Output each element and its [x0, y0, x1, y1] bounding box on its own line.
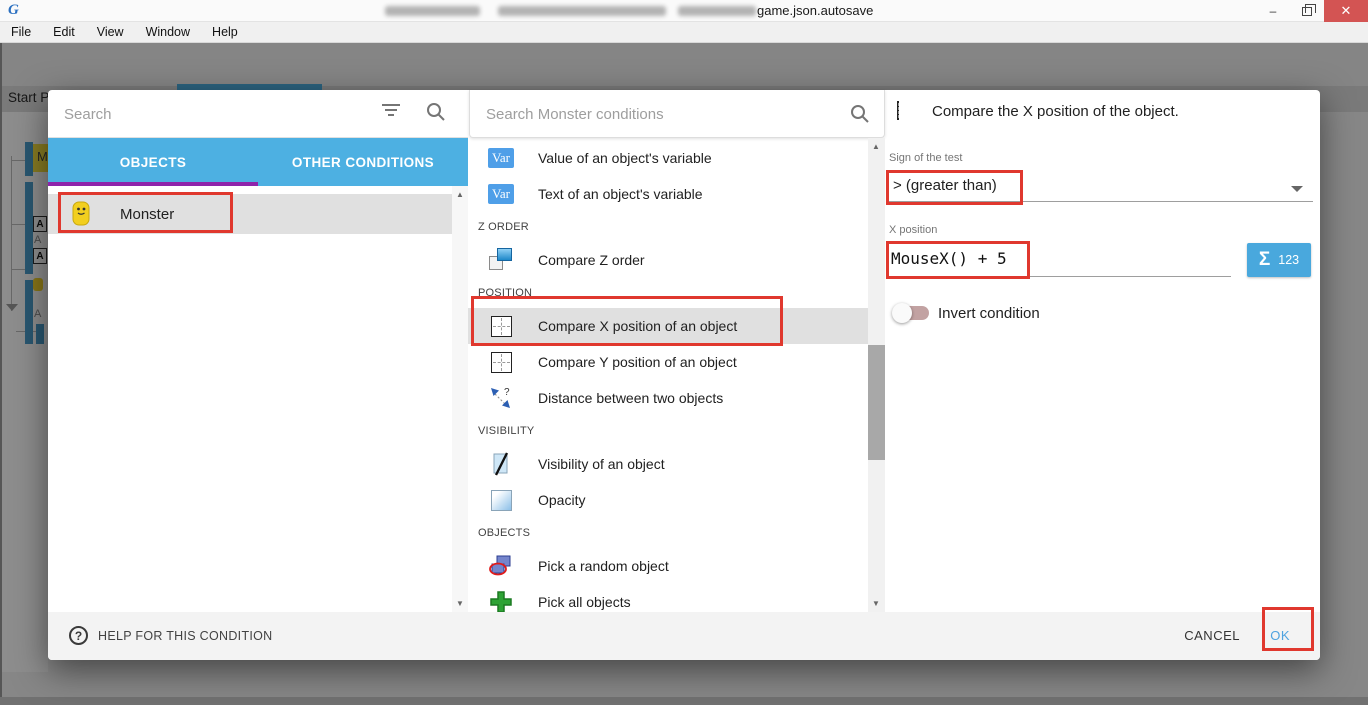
condition-row[interactable]: Compare Y position of an object — [468, 344, 868, 380]
redacted-title-segment — [498, 6, 666, 16]
field-underline — [887, 276, 1231, 277]
condition-row[interactable]: Pick all objects — [468, 584, 868, 612]
sign-of-test-select[interactable]: > (greater than) — [893, 177, 997, 194]
section-header: OBJECTS — [478, 518, 530, 548]
scrollbar-thumb[interactable] — [868, 345, 885, 460]
compare-x-icon — [491, 316, 512, 337]
condition-row[interactable]: Var Text of an object's variable — [468, 176, 868, 212]
object-list-item-monster[interactable]: Monster — [48, 194, 452, 234]
condition-row[interactable]: Visibility of an object — [468, 446, 868, 482]
condition-list: Var Value of an object's variable Var Te… — [468, 138, 885, 612]
search-icon[interactable] — [850, 104, 870, 124]
visibility-icon — [491, 452, 511, 476]
condition-row[interactable]: Opacity — [468, 482, 868, 518]
condition-row-selected[interactable]: Compare X position of an object — [468, 308, 868, 344]
condition-search-bar — [469, 90, 885, 138]
object-label: Monster — [120, 206, 174, 223]
toggle-knob[interactable] — [892, 303, 912, 323]
close-button[interactable]: ✕ — [1324, 0, 1368, 22]
condition-row[interactable]: Var Value of an object's variable — [468, 140, 868, 176]
search-icon[interactable] — [426, 102, 446, 122]
opacity-icon — [491, 490, 512, 511]
menu-edit[interactable]: Edit — [42, 22, 86, 42]
cancel-button[interactable]: CANCEL — [1184, 628, 1240, 643]
restore-button[interactable] — [1292, 0, 1322, 22]
condition-title: Compare the X position of the object. — [932, 103, 1179, 120]
condition-list-scrollbar[interactable]: ▲ ▼ — [868, 138, 885, 612]
section-header: POSITION — [478, 278, 532, 308]
section-header: Z ORDER — [478, 212, 529, 242]
condition-row[interactable]: Pick a random object — [468, 548, 868, 584]
minimize-icon: – — [1270, 4, 1277, 18]
condition-search-input[interactable] — [486, 102, 816, 126]
object-tabs: OBJECTS OTHER CONDITIONS — [48, 138, 468, 186]
svg-text:?: ? — [504, 387, 510, 398]
sigma-icon: Σ — [1259, 249, 1270, 271]
filter-icon[interactable] — [382, 104, 400, 119]
condition-row[interactable]: Compare Z order — [468, 242, 868, 278]
tab-objects[interactable]: OBJECTS — [48, 138, 258, 186]
invert-condition-toggle[interactable] — [895, 306, 929, 320]
pick-random-icon — [489, 554, 513, 578]
distance-icon: ? — [489, 386, 513, 410]
variable-icon: Var — [488, 184, 514, 204]
compare-y-icon — [491, 352, 512, 373]
title-bar: G game.json.autosave – ✕ — [0, 0, 1368, 22]
minimize-button[interactable]: – — [1258, 0, 1288, 22]
variable-icon: Var — [488, 148, 514, 168]
window-title: game.json.autosave — [757, 3, 873, 18]
object-search-input[interactable] — [64, 102, 364, 126]
gdevelop-logo-icon: G — [8, 2, 26, 20]
dialog-footer: ? HELP FOR THIS CONDITION CANCEL OK — [48, 612, 1320, 660]
scroll-up-icon[interactable]: ▲ — [868, 142, 884, 151]
condition-row[interactable]: ? Distance between two objects — [468, 380, 868, 416]
object-search-bar — [48, 90, 468, 138]
x-position-label: X position — [889, 224, 937, 236]
chevron-down-icon[interactable] — [1291, 186, 1303, 192]
section-header: VISIBILITY — [478, 416, 534, 446]
condition-editor-dialog: OBJECTS OTHER CONDITIONS Monster ▲ ▼ Var… — [48, 90, 1320, 660]
x-position-input[interactable] — [891, 246, 1221, 270]
scroll-down-icon[interactable]: ▼ — [868, 599, 884, 608]
menu-view[interactable]: View — [86, 22, 135, 42]
numbers-icon: 123 — [1278, 253, 1299, 267]
compare-x-icon — [897, 101, 899, 120]
invert-condition-label: Invert condition — [938, 305, 1040, 322]
scroll-down-icon[interactable]: ▼ — [452, 599, 468, 608]
tab-other-conditions[interactable]: OTHER CONDITIONS — [258, 138, 468, 186]
z-order-icon — [489, 248, 513, 272]
help-icon: ? — [69, 626, 88, 645]
menu-window[interactable]: Window — [135, 22, 201, 42]
help-link[interactable]: HELP FOR THIS CONDITION — [98, 629, 273, 643]
expression-builder-button[interactable]: Σ 123 — [1247, 243, 1311, 277]
ok-button[interactable]: OK — [1270, 628, 1290, 643]
pick-all-icon — [489, 590, 513, 612]
monster-icon — [70, 201, 92, 227]
scroll-up-icon[interactable]: ▲ — [452, 190, 468, 199]
sign-of-test-label: Sign of the test — [889, 152, 962, 164]
restore-icon — [1302, 7, 1312, 16]
menu-bar: File Edit View Window Help — [0, 22, 1368, 43]
selected-tab-underline — [48, 182, 258, 186]
object-list-scrollbar[interactable]: ▲ ▼ — [452, 186, 468, 612]
redacted-title-segment — [385, 6, 480, 16]
field-underline — [887, 201, 1313, 202]
redacted-title-segment — [678, 6, 756, 16]
menu-help[interactable]: Help — [201, 22, 249, 42]
menu-file[interactable]: File — [0, 22, 42, 42]
close-icon: ✕ — [1341, 3, 1352, 19]
